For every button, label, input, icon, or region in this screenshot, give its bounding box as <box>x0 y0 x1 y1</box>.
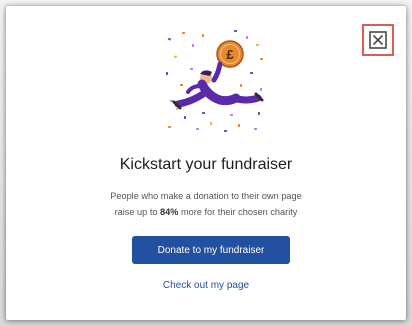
description-line-2: raise up to 84% more for their chosen ch… <box>6 204 406 220</box>
close-icon <box>369 31 387 49</box>
description-suffix: more for their chosen charity <box>178 207 298 217</box>
description-highlight: 84% <box>160 207 179 217</box>
dialog-description: People who make a donation to their own … <box>6 188 406 220</box>
leaping-fundraiser-illustration: £ <box>166 30 264 132</box>
check-out-page-link[interactable]: Check out my page <box>6 280 406 291</box>
description-prefix: raise up to <box>114 207 161 217</box>
fundraiser-dialog: £ Kickstart your fundraiser People who m… <box>6 6 406 320</box>
coin-symbol: £ <box>226 47 234 62</box>
description-line-1: People who make a donation to their own … <box>110 191 302 201</box>
dialog-title: Kickstart your fundraiser <box>119 156 293 173</box>
close-button[interactable] <box>362 24 394 56</box>
leaping-person <box>172 61 264 110</box>
donate-button[interactable]: Donate to my fundraiser <box>132 236 290 264</box>
